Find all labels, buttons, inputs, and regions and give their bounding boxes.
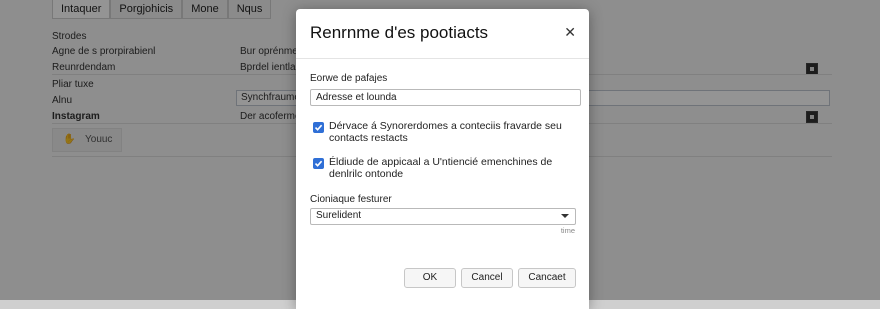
cancel-button[interactable]: Cancel bbox=[461, 268, 513, 288]
chevron-down-icon bbox=[561, 214, 569, 218]
checkbox-1[interactable] bbox=[313, 122, 324, 133]
field-label: Eorwe de pafajes bbox=[310, 73, 388, 84]
checkbox-2[interactable] bbox=[313, 158, 324, 169]
checkbox-1-label: Dérvace á Synorerdomes a conteciis frava… bbox=[329, 120, 562, 144]
name-input[interactable] bbox=[310, 89, 581, 106]
checkbox-2-label: Éldiude de appicaal a U'ntiencié emenchi… bbox=[329, 156, 553, 180]
hint-text: time bbox=[560, 226, 575, 235]
check-icon bbox=[314, 124, 323, 131]
divider bbox=[296, 58, 589, 59]
rename-dialog: Renrnme d'es pootiacts ✕ Eorwe de pafaje… bbox=[296, 9, 589, 309]
select-value: Surelident bbox=[316, 210, 362, 221]
close-icon[interactable]: ✕ bbox=[564, 24, 576, 41]
cancel-secondary-button[interactable]: Cancaet bbox=[518, 268, 576, 288]
select-label: Cioniaque festurer bbox=[310, 194, 392, 205]
check-icon bbox=[314, 160, 323, 167]
feature-select[interactable]: Surelident bbox=[310, 208, 576, 225]
ok-button[interactable]: OK bbox=[404, 268, 456, 288]
dialog-title: Renrnme d'es pootiacts bbox=[310, 23, 489, 42]
